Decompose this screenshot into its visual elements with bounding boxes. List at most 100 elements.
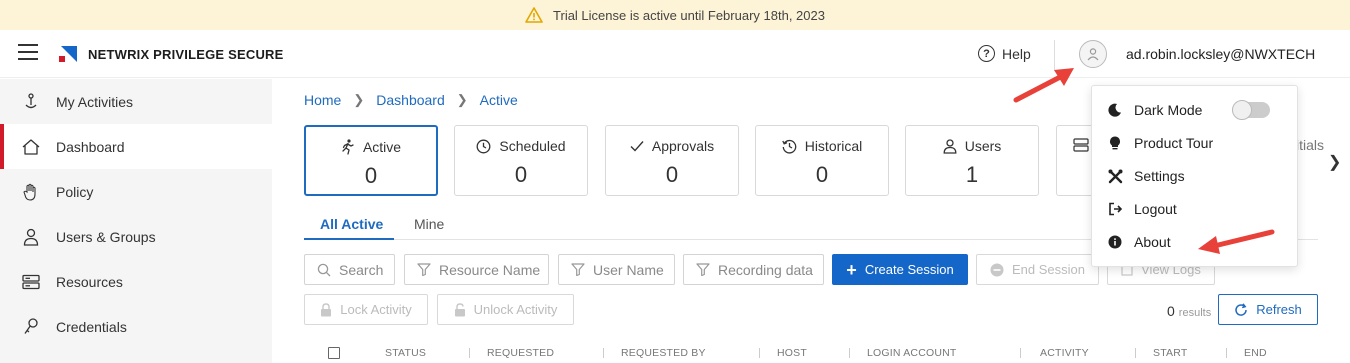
column-header[interactable]: STATUS [385, 347, 426, 359]
menu-item-product-tour[interactable]: Product Tour [1106, 135, 1213, 151]
recording-data-filter[interactable]: Recording data [683, 254, 824, 285]
chevron-right-icon[interactable]: ❯ [1328, 152, 1341, 172]
avatar[interactable] [1079, 40, 1107, 68]
lock-activity-button[interactable]: Lock Activity [304, 294, 428, 325]
filter-icon [571, 263, 585, 276]
sidebar-item-dashboard[interactable]: Dashboard [0, 124, 272, 169]
breadcrumb-active[interactable]: Active [480, 92, 518, 108]
table-header: STATUS REQUESTED REQUESTED BY HOST LOGIN… [304, 344, 1318, 363]
column-divider [1135, 348, 1136, 358]
user-icon [22, 228, 40, 246]
sidebar-item-my-activities[interactable]: My Activities [0, 79, 272, 124]
end-session-button[interactable]: End Session [976, 254, 1099, 285]
filter-label: User Name [593, 261, 664, 278]
card-label: Approvals [651, 138, 715, 154]
tab-mine[interactable]: Mine [414, 216, 444, 232]
bulb-icon [1106, 136, 1124, 151]
clock-icon [476, 139, 491, 154]
activities-icon [22, 92, 40, 111]
card-credentials-partial[interactable] [1056, 125, 1092, 196]
help-button[interactable]: ? Help [978, 45, 1031, 62]
running-icon [341, 139, 355, 155]
card-value: 0 [815, 162, 829, 187]
filter-icon [417, 263, 431, 276]
user-icon [943, 138, 957, 154]
username[interactable]: ad.robin.locksley@NWXTECH [1126, 46, 1315, 62]
minus-circle-icon [990, 263, 1004, 277]
column-header[interactable]: END [1244, 347, 1267, 359]
sidebar-item-resources[interactable]: Resources [0, 259, 272, 304]
sidebar-item-label: Policy [56, 183, 94, 200]
user-name-filter[interactable]: User Name [558, 254, 675, 285]
sidebar-item-users-groups[interactable]: Users & Groups [0, 214, 272, 259]
breadcrumb-home[interactable]: Home [304, 92, 341, 108]
breadcrumb-dashboard[interactable]: Dashboard [376, 92, 445, 108]
lock-icon [320, 302, 332, 317]
help-label: Help [1002, 45, 1031, 62]
breadcrumb: Home ❯ Dashboard ❯ Active [304, 92, 518, 108]
chevron-right-icon: ❯ [456, 92, 468, 107]
menu-item-logout[interactable]: Logout [1106, 201, 1177, 217]
filter-label: Recording data [718, 261, 813, 278]
card-label: Scheduled [499, 138, 566, 154]
card-label: Historical [804, 138, 863, 154]
refresh-button[interactable]: Refresh [1218, 294, 1318, 325]
menu-item-label: About [1134, 234, 1171, 250]
card-users[interactable]: Users 1 [905, 125, 1039, 196]
column-header[interactable]: ACTIVITY [1040, 347, 1089, 359]
column-divider [603, 348, 604, 358]
card-value: 0 [364, 163, 378, 188]
menu-icon[interactable] [18, 44, 38, 62]
column-divider [469, 348, 470, 358]
moon-icon [1106, 103, 1124, 117]
search-input[interactable]: Search [304, 254, 395, 285]
results-label: results [1178, 307, 1212, 319]
tab-all-active[interactable]: All Active [320, 216, 383, 232]
trial-banner: Trial License is active until February 1… [0, 0, 1350, 30]
search-placeholder: Search [339, 261, 384, 278]
column-header[interactable]: HOST [777, 347, 807, 359]
sidebar-item-credentials[interactable]: Credentials [0, 304, 272, 349]
create-session-button[interactable]: + Create Session [832, 254, 968, 285]
card-partial-label: itials [1296, 137, 1325, 153]
end-session-label: End Session [1012, 262, 1085, 277]
refresh-label: Refresh [1256, 302, 1302, 317]
column-header[interactable]: REQUESTED [487, 347, 554, 359]
menu-item-label: Settings [1134, 168, 1185, 184]
menu-item-about[interactable]: About [1106, 234, 1171, 250]
netwrix-logo [57, 43, 79, 70]
logout-icon [1106, 202, 1124, 216]
question-icon: ? [978, 45, 995, 62]
person-icon [1087, 48, 1099, 61]
sidebar-item-policy[interactable]: Policy [0, 169, 272, 214]
chevron-right-icon: ❯ [353, 92, 365, 107]
filter-label: Resource Name [439, 261, 541, 278]
top-bar: NETWRIX PRIVILEGE SECURE ? Help ad.robin… [0, 30, 1350, 78]
sidebar-item-label: Credentials [56, 318, 127, 335]
card-value: 1 [965, 162, 979, 187]
unlock-activity-button[interactable]: Unlock Activity [437, 294, 574, 325]
tab-underline [304, 238, 394, 240]
menu-item-settings[interactable]: Settings [1106, 168, 1185, 184]
column-divider [1226, 348, 1227, 358]
plus-icon: + [846, 259, 857, 280]
info-icon [1106, 235, 1124, 249]
trial-banner-text: Trial License is active until February 1… [553, 7, 825, 23]
annotation-arrow-about [1198, 229, 1275, 254]
card-historical[interactable]: Historical 0 [755, 125, 889, 196]
card-active[interactable]: Active 0 [304, 125, 438, 196]
resource-name-filter[interactable]: Resource Name [404, 254, 549, 285]
dark-mode-toggle[interactable] [1232, 100, 1270, 120]
lock-activity-label: Lock Activity [340, 302, 412, 317]
column-header[interactable]: START [1153, 347, 1187, 359]
brand-name: NETWRIX PRIVILEGE SECURE [88, 47, 284, 62]
column-header[interactable]: REQUESTED BY [621, 347, 706, 359]
menu-item-label: Product Tour [1134, 135, 1214, 151]
key-icon [22, 317, 40, 336]
menu-item-dark-mode[interactable]: Dark Mode [1106, 102, 1202, 118]
card-approvals[interactable]: Approvals 0 [605, 125, 739, 196]
column-header[interactable]: LOGIN ACCOUNT [867, 347, 957, 359]
column-divider [759, 348, 760, 358]
select-all-checkbox[interactable] [328, 347, 340, 359]
card-scheduled[interactable]: Scheduled 0 [454, 125, 588, 196]
